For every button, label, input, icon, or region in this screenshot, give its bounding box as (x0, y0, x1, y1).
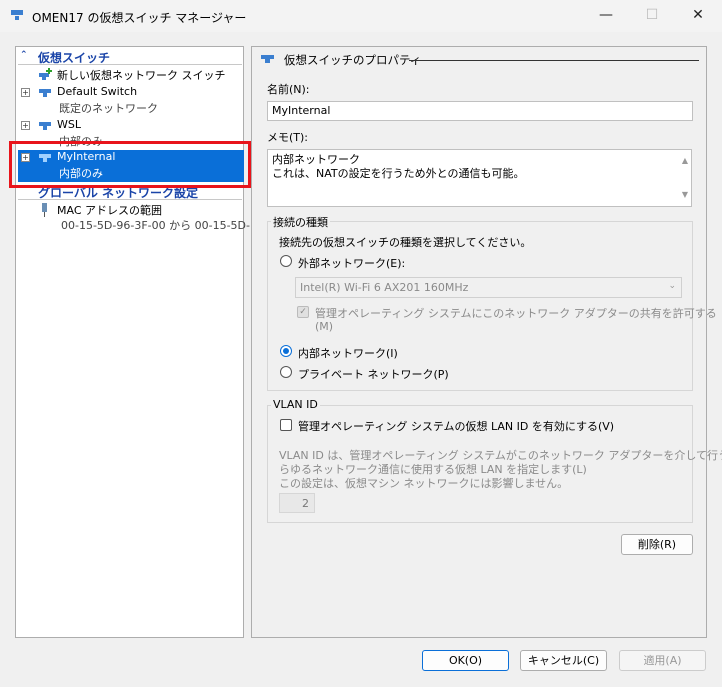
name-label: 名前(N): (267, 83, 310, 96)
memo-line: 内部ネットワーク (272, 153, 360, 166)
expand-icon[interactable]: + (21, 121, 30, 130)
section-title: 仮想スイッチ (38, 51, 111, 65)
adapter-select[interactable]: Intel(R) Wi-Fi 6 AX201 160MHz ⌄ (295, 277, 682, 298)
tree-item-label: Default Switch (57, 85, 138, 98)
external-network-radio[interactable] (280, 255, 292, 267)
private-network-label: プライベート ネットワーク(P) (298, 368, 449, 381)
title-bar: OMEN17 の仮想スイッチ マネージャー — ☐ ✕ (0, 0, 722, 32)
network-switch-icon (261, 55, 274, 63)
add-switch-icon (39, 68, 52, 80)
close-button[interactable]: ✕ (675, 0, 721, 32)
vlan-group-title: VLAN ID (271, 398, 320, 411)
apply-button[interactable]: 適用(A) (619, 650, 706, 671)
vlan-enable-label: 管理オペレーティング システムの仮想 LAN ID を有効にする(V) (298, 420, 615, 433)
adapter-select-value: Intel(R) Wi-Fi 6 AX201 160MHz (300, 281, 469, 294)
network-switch-icon (11, 10, 23, 20)
tree-item-label: MAC アドレスの範囲 (57, 204, 162, 217)
vlan-enable-checkbox[interactable] (280, 419, 292, 431)
switch-tree: ⌃ 仮想スイッチ 新しい仮想ネットワーク スイッチ + Default Swit… (15, 46, 260, 638)
collapse-icon: ⌃ (20, 50, 28, 60)
cancel-button[interactable]: キャンセル(C) (520, 650, 607, 671)
chevron-down-icon: ⌄ (668, 281, 676, 291)
new-switch-item[interactable]: 新しい仮想ネットワーク スイッチ (18, 67, 244, 83)
external-network-label: 外部ネットワーク(E): (298, 257, 406, 270)
properties-pane: 仮想スイッチのプロパティ 名前(N): MyInternal メモ(T): 内部… (251, 46, 722, 638)
internal-network-radio[interactable] (280, 345, 292, 357)
name-input[interactable]: MyInternal (267, 101, 693, 121)
memo-textarea[interactable]: 内部ネットワーク これは、NATの設定を行うため外との通信も可能。 ▲ ▼ (267, 149, 692, 207)
window-title: OMEN17 の仮想スイッチ マネージャー (32, 11, 247, 25)
section-virtual-switches[interactable]: ⌃ 仮想スイッチ (18, 49, 242, 65)
share-adapter-label-cont: (M) (315, 320, 334, 333)
selection-highlight-frame (9, 141, 251, 188)
expand-icon[interactable]: + (21, 88, 30, 97)
network-adapter-icon (42, 203, 47, 217)
tree-item-label: WSL (57, 118, 81, 131)
connection-type-title: 接続の種類 (271, 214, 330, 230)
maximize-button[interactable]: ☐ (629, 0, 675, 32)
delete-button[interactable]: 削除(R) (621, 534, 693, 555)
minimize-button[interactable]: — (583, 0, 629, 32)
share-adapter-label: 管理オペレーティング システムにこのネットワーク アダプターの共有を許可する (315, 307, 717, 320)
tree-item-default-switch[interactable]: + Default Switch 既定のネットワーク (18, 85, 244, 117)
properties-title: 仮想スイッチのプロパティ (284, 53, 422, 67)
tree-item-sublabel: 既定のネットワーク (59, 102, 158, 115)
vlan-description: この設定は、仮想マシン ネットワークには影響しません。 (279, 477, 569, 490)
internal-network-label: 内部ネットワーク(I) (298, 347, 398, 360)
share-adapter-checkbox[interactable]: ✓ (297, 306, 309, 318)
tree-item-label: 新しい仮想ネットワーク スイッチ (57, 69, 226, 82)
memo-label: メモ(T): (267, 131, 309, 144)
network-switch-icon (39, 122, 51, 130)
tree-item-mac-range[interactable]: MAC アドレスの範囲 00-15-5D-96-3F-00 から 00-15-5… (18, 202, 260, 234)
connection-description: 接続先の仮想スイッチの種類を選択してください。 (279, 236, 532, 249)
tree-item-sublabel: 00-15-5D-96-3F-00 から 00-15-5D-... (61, 219, 261, 232)
header-divider (409, 60, 699, 61)
private-network-radio[interactable] (280, 366, 292, 378)
vlan-id-input[interactable]: 2 (279, 493, 315, 513)
network-switch-icon (39, 89, 51, 97)
scroll-up-icon[interactable]: ▲ (682, 154, 688, 168)
ok-button[interactable]: OK(O) (422, 650, 509, 671)
scroll-down-icon[interactable]: ▼ (682, 188, 688, 202)
memo-line: これは、NATの設定を行うため外との通信も可能。 (272, 167, 525, 180)
